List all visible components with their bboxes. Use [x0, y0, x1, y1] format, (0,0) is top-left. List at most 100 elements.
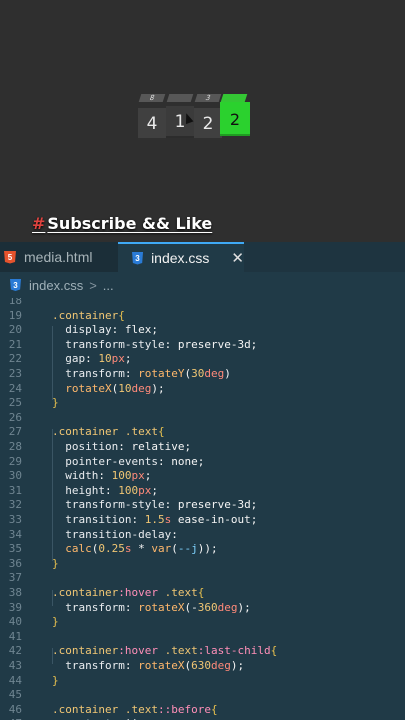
- line-number: 32: [8, 498, 22, 512]
- code-text: }: [52, 673, 59, 687]
- line-number: 38: [8, 586, 22, 599]
- code-line[interactable]: 42 .container:hover .text:last-child{: [0, 644, 277, 659]
- tab-media-html[interactable]: 5 media.html: [0, 242, 118, 272]
- code-text: .container:hover .text:last-child{: [52, 644, 278, 658]
- code-line[interactable]: 36}: [0, 557, 59, 572]
- code-text: gap: 10px;: [65, 352, 132, 366]
- code-text: transform: rotateX(-360deg);: [65, 600, 251, 614]
- code-line[interactable]: 41: [0, 630, 52, 645]
- code-line[interactable]: 39 transform: rotateX(-360deg);: [0, 601, 251, 616]
- code-text: }: [52, 615, 59, 629]
- line-number: 37: [8, 571, 22, 585]
- line-number: 35: [8, 542, 22, 556]
- code-text: pointer-events: none;: [65, 454, 205, 468]
- code-line[interactable]: 34 transition-delay:: [0, 528, 178, 543]
- line-number: 27: [8, 425, 22, 439]
- line-number: 41: [8, 629, 22, 643]
- code-text: height: 100px;: [65, 483, 158, 497]
- code-line[interactable]: 26: [0, 411, 52, 426]
- breadcrumb-file[interactable]: index.css: [29, 278, 83, 293]
- code-line[interactable]: 27 .container .text{: [0, 425, 165, 440]
- css3-icon: 3: [10, 279, 21, 291]
- cube-cap: 3: [194, 94, 222, 102]
- code-line[interactable]: 45: [0, 688, 52, 703]
- hashtag-icon: #: [32, 214, 46, 233]
- code-line[interactable]: 19 .container{: [0, 309, 125, 324]
- line-number: 21: [8, 337, 22, 351]
- line-number: 31: [8, 483, 22, 497]
- breadcrumb: 3 index.css > ...: [0, 272, 405, 298]
- cube-face: 4: [138, 108, 166, 140]
- breadcrumb-rest[interactable]: ...: [103, 278, 114, 293]
- cube-face: 2: [220, 102, 250, 136]
- code-text: transform: rotateY(30deg): [65, 367, 231, 380]
- cube-cap: [166, 94, 194, 102]
- code-text: calc(0.25s * var(--j));: [65, 542, 218, 556]
- html5-icon: 5: [4, 250, 16, 264]
- line-number: 34: [8, 527, 22, 541]
- code-line[interactable]: 43 transform: rotateX(630deg);: [0, 659, 244, 674]
- code-line[interactable]: 37: [0, 571, 52, 586]
- line-number: 28: [8, 440, 22, 453]
- css3-icon: 3: [132, 251, 144, 265]
- line-number: 45: [8, 688, 22, 702]
- code-line[interactable]: 21 transform-style: preserve-3d;: [0, 337, 258, 353]
- code-text: transition-delay:: [65, 527, 178, 541]
- code-line[interactable]: 30 width: 100px;: [0, 469, 152, 484]
- tab-label: media.html: [24, 249, 93, 265]
- line-number: 39: [8, 600, 22, 614]
- code-text: .container .text{: [52, 425, 165, 439]
- line-number: 29: [8, 454, 22, 468]
- code-text: display: flex;: [65, 323, 158, 337]
- preview-area: 8 4 1 3 2 2 # Subscribe && Like: [0, 0, 405, 242]
- code-line[interactable]: 32 transform-style: preserve-3d;: [0, 498, 258, 513]
- code-text: transform-style: preserve-3d;: [65, 498, 258, 512]
- code-line[interactable]: 46 .container .text::before{: [0, 703, 218, 718]
- line-number: 40: [8, 615, 22, 629]
- code-text: }: [52, 556, 59, 570]
- code-line[interactable]: 33 transition: 1.5s ease-in-out;: [0, 513, 258, 528]
- line-number: 44: [8, 673, 22, 687]
- code-line[interactable]: 20 display: flex;: [0, 323, 158, 338]
- line-number: 46: [8, 702, 22, 716]
- code-line[interactable]: 22 gap: 10px;: [0, 352, 132, 367]
- line-number: 23: [8, 367, 22, 380]
- line-number: 25: [8, 396, 22, 410]
- code-line[interactable]: 40}: [0, 615, 59, 630]
- code-text: .container .text::before{: [52, 702, 218, 716]
- code-line[interactable]: 31 height: 100px;: [0, 484, 158, 499]
- line-number: 36: [8, 556, 22, 570]
- subscribe-banner: # Subscribe && Like: [32, 214, 212, 233]
- code-line[interactable]: 23 transform: rotateY(30deg): [0, 367, 231, 382]
- subscribe-text: Subscribe && Like: [47, 214, 213, 233]
- line-number: 18: [8, 298, 22, 307]
- code-text: .container:hover .text{: [52, 586, 205, 599]
- chevron-right-icon: >: [89, 277, 97, 293]
- code-editor[interactable]: 18 19 .container{20 display: flex; 21 trans…: [0, 298, 405, 720]
- code-line[interactable]: 28 position: relative;: [0, 440, 191, 455]
- code-text: }: [52, 396, 59, 410]
- tab-index-css[interactable]: 3 index.css ✕: [118, 242, 244, 272]
- code-line[interactable]: 38 .container:hover .text{: [0, 586, 205, 601]
- code-text: rotateX(10deg);: [65, 381, 165, 395]
- code-line[interactable]: 44}: [0, 674, 59, 689]
- code-line[interactable]: 18: [0, 298, 52, 309]
- cube-face: 2: [194, 108, 222, 140]
- cube-cap: [220, 94, 248, 102]
- code-line[interactable]: 25}: [0, 396, 59, 411]
- close-icon[interactable]: ✕: [231, 249, 244, 267]
- line-number: 20: [8, 323, 22, 337]
- code-line[interactable]: 35 calc(0.25s * var(--j));: [0, 542, 218, 557]
- line-number: 19: [8, 308, 22, 322]
- code-line[interactable]: 29 pointer-events: none;: [0, 454, 205, 470]
- code-text: width: 100px;: [65, 469, 152, 483]
- editor-tab-bar: 5 media.html 3 index.css ✕: [0, 242, 405, 273]
- code-line[interactable]: 24 rotateX(10deg);: [0, 382, 165, 397]
- cube-cap: 8: [138, 94, 166, 102]
- tab-label: index.css: [151, 250, 210, 266]
